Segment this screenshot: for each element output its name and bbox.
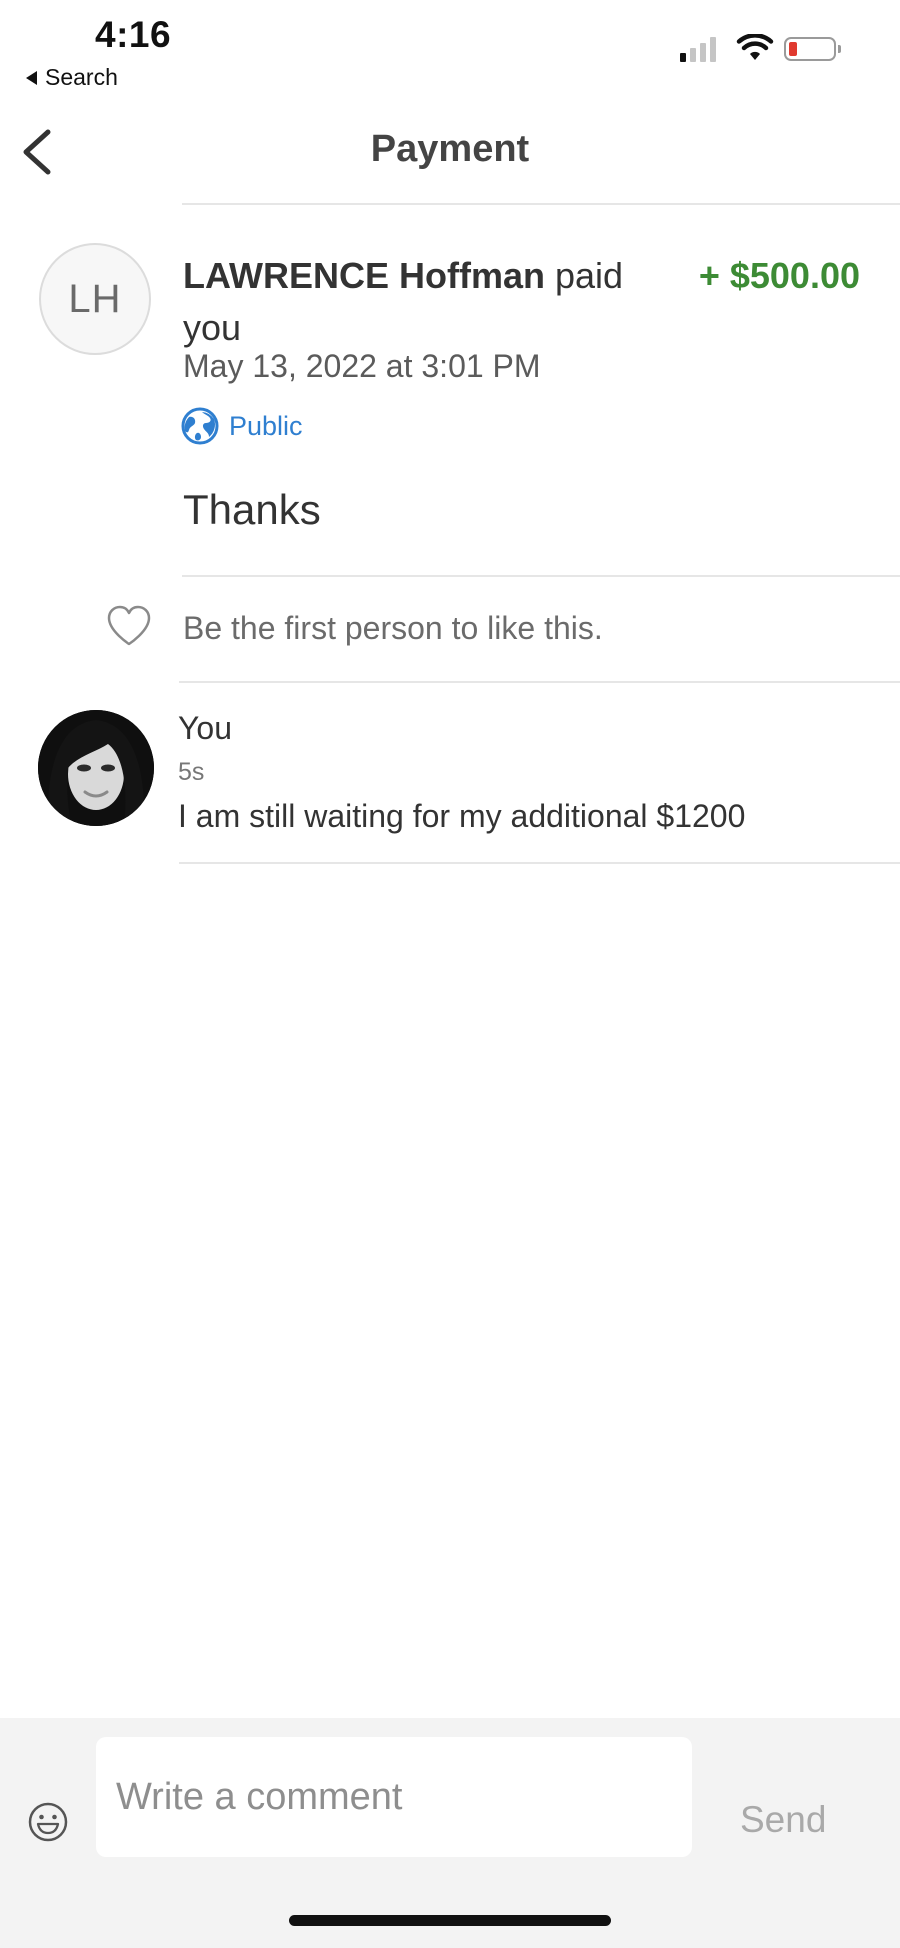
smiley-icon[interactable] <box>26 1800 70 1844</box>
visibility-badge[interactable]: Public <box>181 407 303 445</box>
payment-headline: LAWRENCE Hoffman paid you <box>183 250 663 354</box>
comment-timestamp: 5s <box>178 758 205 786</box>
battery-icon <box>784 37 841 61</box>
header-divider <box>182 203 900 205</box>
globe-icon <box>181 407 219 445</box>
comment-author: You <box>178 710 232 746</box>
page-title: Payment <box>370 128 530 170</box>
send-button[interactable]: Send <box>740 1799 826 1841</box>
wifi-icon <box>736 34 774 60</box>
cellular-signal-icon <box>680 36 716 62</box>
payment-note: Thanks <box>183 486 321 533</box>
battery-level <box>789 42 797 56</box>
comment-divider <box>179 862 900 864</box>
commenter-avatar[interactable] <box>38 710 154 826</box>
back-triangle-icon <box>26 70 37 85</box>
status-time: 4:16 <box>95 14 172 55</box>
heart-icon[interactable] <box>105 604 153 648</box>
payment-date: May 13, 2022 at 3:01 PM <box>183 348 541 384</box>
note-divider <box>182 575 900 577</box>
payer-initials: LH <box>68 276 122 321</box>
comment-input[interactable] <box>96 1737 692 1857</box>
profile-photo <box>38 710 154 826</box>
visibility-label: Public <box>229 410 303 441</box>
comment-text: I am still waiting for my additional $12… <box>178 798 746 834</box>
payer-avatar[interactable]: LH <box>39 243 151 355</box>
likes-divider <box>179 681 900 683</box>
back-to-search-link[interactable]: Search <box>26 64 118 91</box>
like-prompt: Be the first person to like this. <box>183 610 603 646</box>
payment-detail-screen: 4:16 Search Payment LH LAWRENCE Hoffman … <box>0 0 900 1948</box>
payer-name-link[interactable]: LAWRENCE Hoffman <box>183 255 545 296</box>
home-indicator[interactable] <box>289 1915 611 1926</box>
payment-amount: + $500.00 <box>698 255 860 296</box>
back-to-search-label: Search <box>45 64 118 90</box>
